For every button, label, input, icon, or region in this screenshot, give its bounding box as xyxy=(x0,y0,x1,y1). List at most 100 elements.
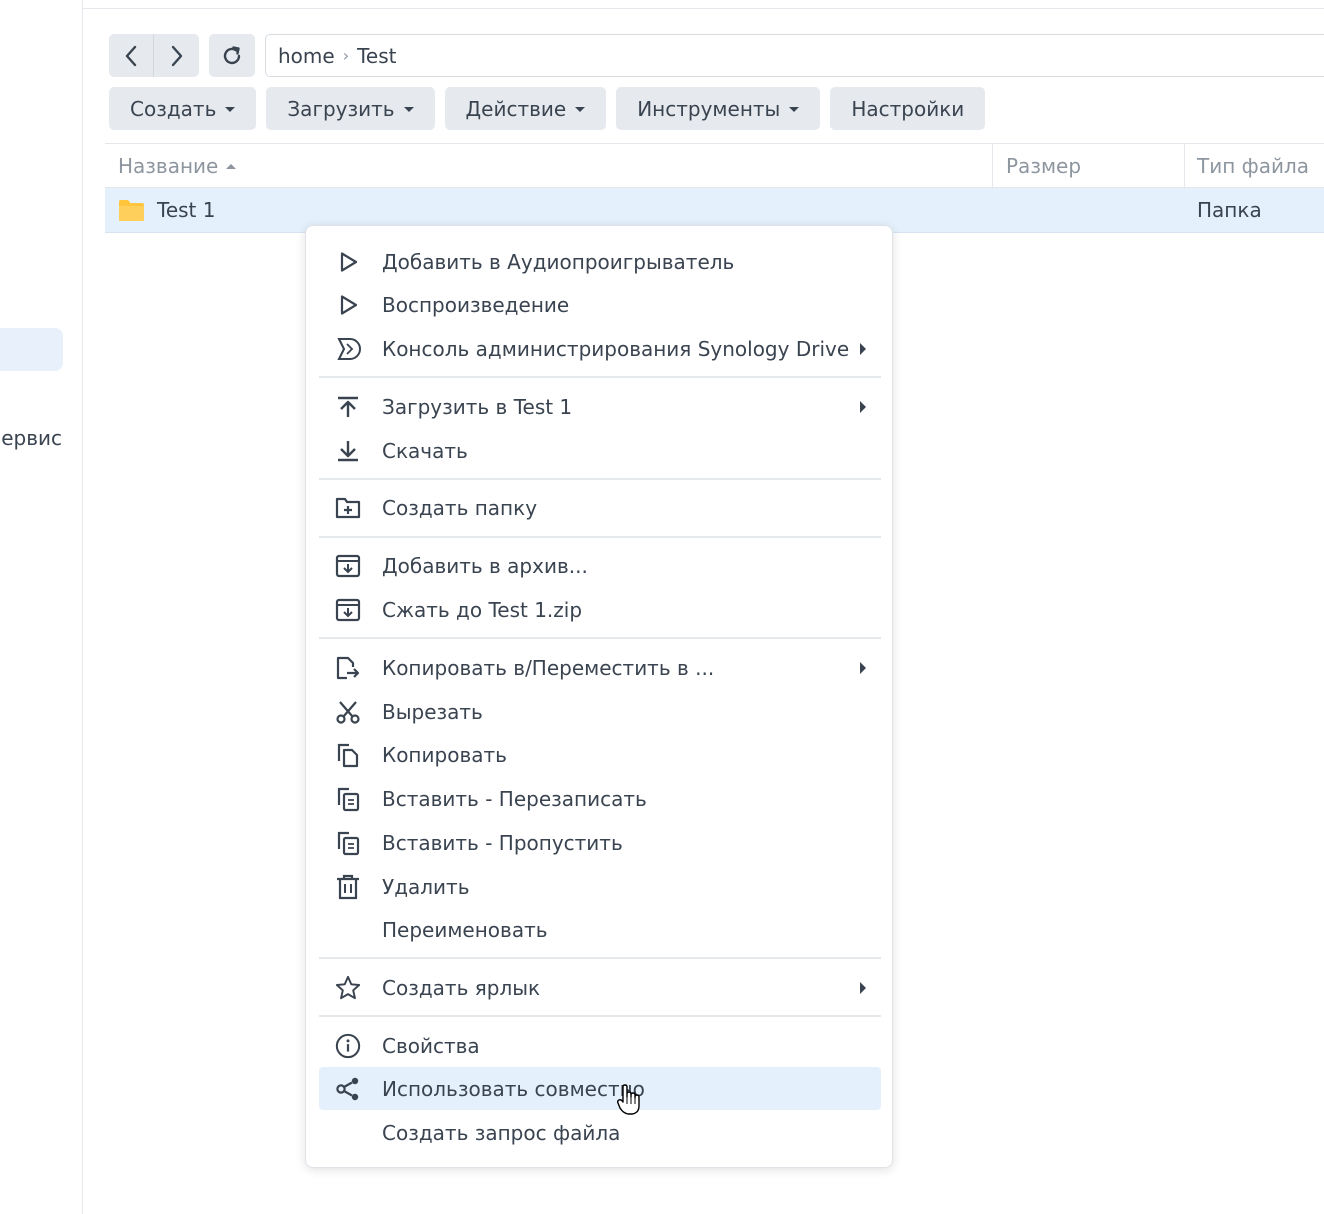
menu-separator xyxy=(319,637,881,639)
move-icon xyxy=(335,655,361,681)
submenu-arrow-icon xyxy=(860,662,866,674)
menu-item-properties[interactable]: Свойства xyxy=(319,1024,881,1067)
archive-icon xyxy=(335,553,361,579)
sidebar-selected-item[interactable] xyxy=(0,328,63,371)
play-icon xyxy=(335,249,361,275)
paste-icon xyxy=(335,786,361,812)
menu-item-label: Добавить в архив... xyxy=(382,553,588,578)
submenu-arrow-icon xyxy=(860,401,866,413)
menu-separator xyxy=(319,957,881,959)
sidebar: ервис xyxy=(0,0,83,1214)
menu-item-label: Создать запрос файла xyxy=(382,1120,621,1145)
menu-separator xyxy=(319,1015,881,1017)
create-button[interactable]: Создать xyxy=(109,87,257,130)
upload-icon xyxy=(335,394,361,420)
column-type-header[interactable]: Тип файла xyxy=(1184,144,1324,188)
row-type: Папка xyxy=(1197,198,1262,222)
info-icon xyxy=(335,1033,361,1059)
menu-item-label: Копировать xyxy=(382,742,507,767)
forward-button[interactable] xyxy=(154,34,199,77)
menu-item-label: Создать папку xyxy=(382,495,538,520)
chevron-right-icon xyxy=(171,45,182,66)
menu-item-label: Использовать совместно xyxy=(382,1076,645,1101)
upload-button[interactable]: Загрузить xyxy=(266,87,435,130)
menu-item-label: Консоль администрирования Synology Drive xyxy=(382,336,850,361)
column-size-label: Размер xyxy=(1006,154,1082,178)
trash-icon xyxy=(335,874,361,900)
menu-item-paste-skip[interactable]: Вставить - Пропустить xyxy=(319,821,881,864)
menu-item-copy[interactable]: Копировать xyxy=(319,733,881,776)
chevron-left-icon xyxy=(125,45,137,66)
toolbar: Создать Загрузить Действие Инструменты Н… xyxy=(109,87,986,130)
menu-item-label: Добавить в Аудиопроигрыватель xyxy=(382,249,735,274)
submenu-arrow-icon xyxy=(860,343,866,355)
action-button[interactable]: Действие xyxy=(444,87,607,130)
menu-item-play[interactable]: Воспроизведение xyxy=(319,283,881,326)
path-breadcrumb[interactable]: home › Test xyxy=(265,34,1324,77)
share-icon xyxy=(335,1076,361,1102)
menu-item-copy-move-to[interactable]: Копировать в/Переместить в ... xyxy=(319,646,881,689)
menu-item-create-folder[interactable]: Создать папку xyxy=(319,486,881,529)
copy-icon xyxy=(335,742,361,768)
hand-cursor-icon xyxy=(617,1084,640,1115)
menu-item-add-to-audio-player[interactable]: Добавить в Аудиопроигрыватель xyxy=(319,240,881,283)
menu-item-create-shortcut[interactable]: Создать ярлык xyxy=(319,966,881,1009)
menu-item-label: Вставить - Пропустить xyxy=(382,830,623,855)
breadcrumb-home[interactable]: home xyxy=(278,44,335,68)
column-name-label: Название xyxy=(118,154,219,178)
menu-item-create-file-request[interactable]: Создать запрос файла xyxy=(319,1111,881,1154)
upload-button-label: Загрузить xyxy=(287,96,395,121)
menu-item-label: Удалить xyxy=(382,874,470,899)
column-type-label: Тип файла xyxy=(1197,154,1310,178)
menu-item-synology-drive-console[interactable]: Консоль администрирования Synology Drive xyxy=(319,327,881,370)
settings-button-label: Настройки xyxy=(851,96,965,121)
header-divider xyxy=(83,8,1324,9)
paste-icon xyxy=(335,830,361,856)
menu-item-label: Переименовать xyxy=(382,917,548,942)
archive-icon xyxy=(335,597,361,623)
menu-item-share[interactable]: Использовать совместно xyxy=(319,1067,881,1110)
menu-item-label: Загрузить в Test 1 xyxy=(382,394,573,419)
menu-item-compress-zip[interactable]: Сжать до Test 1.zip xyxy=(319,588,881,631)
menu-item-label: Создать ярлык xyxy=(382,975,541,1000)
download-icon xyxy=(335,438,361,464)
drive-icon xyxy=(335,336,361,362)
column-name-header[interactable]: Название xyxy=(118,144,237,188)
play-icon xyxy=(335,292,361,318)
sidebar-item-service-label[interactable]: ервис xyxy=(1,426,62,450)
column-size-header[interactable]: Размер xyxy=(992,144,1185,188)
menu-item-delete[interactable]: Удалить xyxy=(319,865,881,908)
back-button[interactable] xyxy=(109,34,154,77)
action-button-label: Действие xyxy=(465,96,567,121)
tools-button-label: Инструменты xyxy=(637,96,781,121)
breadcrumb-current[interactable]: Test xyxy=(357,44,396,68)
create-button-label: Создать xyxy=(130,96,217,121)
caret-down-icon xyxy=(403,107,414,112)
breadcrumb-separator: › xyxy=(342,46,350,65)
star-icon xyxy=(335,975,361,1001)
file-list-header: Название Размер Тип файла xyxy=(105,143,1324,188)
caret-down-icon xyxy=(575,107,586,112)
menu-item-label: Копировать в/Переместить в ... xyxy=(382,655,715,680)
menu-item-label: Вставить - Перезаписать xyxy=(382,786,647,811)
sort-ascending-icon xyxy=(226,163,237,169)
menu-separator xyxy=(319,536,881,538)
refresh-icon xyxy=(223,45,241,64)
menu-item-upload-to[interactable]: Загрузить в Test 1 xyxy=(319,385,881,428)
menu-item-cut[interactable]: Вырезать xyxy=(319,690,881,733)
menu-item-paste-overwrite[interactable]: Вставить - Перезаписать xyxy=(319,777,881,820)
settings-button[interactable]: Настройки xyxy=(830,87,986,130)
folder-icon xyxy=(118,199,145,227)
menu-separator xyxy=(319,478,881,480)
menu-item-label: Воспроизведение xyxy=(382,292,570,317)
menu-item-label: Свойства xyxy=(382,1033,480,1058)
tools-button[interactable]: Инструменты xyxy=(616,87,821,130)
menu-item-rename[interactable]: Переименовать xyxy=(319,908,881,951)
menu-item-add-to-archive[interactable]: Добавить в архив... xyxy=(319,544,881,587)
refresh-button[interactable] xyxy=(209,34,255,77)
menu-separator xyxy=(319,376,881,378)
menu-item-label: Вырезать xyxy=(382,699,483,724)
submenu-arrow-icon xyxy=(860,982,866,994)
menu-item-download[interactable]: Скачать xyxy=(319,429,881,472)
history-nav xyxy=(109,34,199,77)
